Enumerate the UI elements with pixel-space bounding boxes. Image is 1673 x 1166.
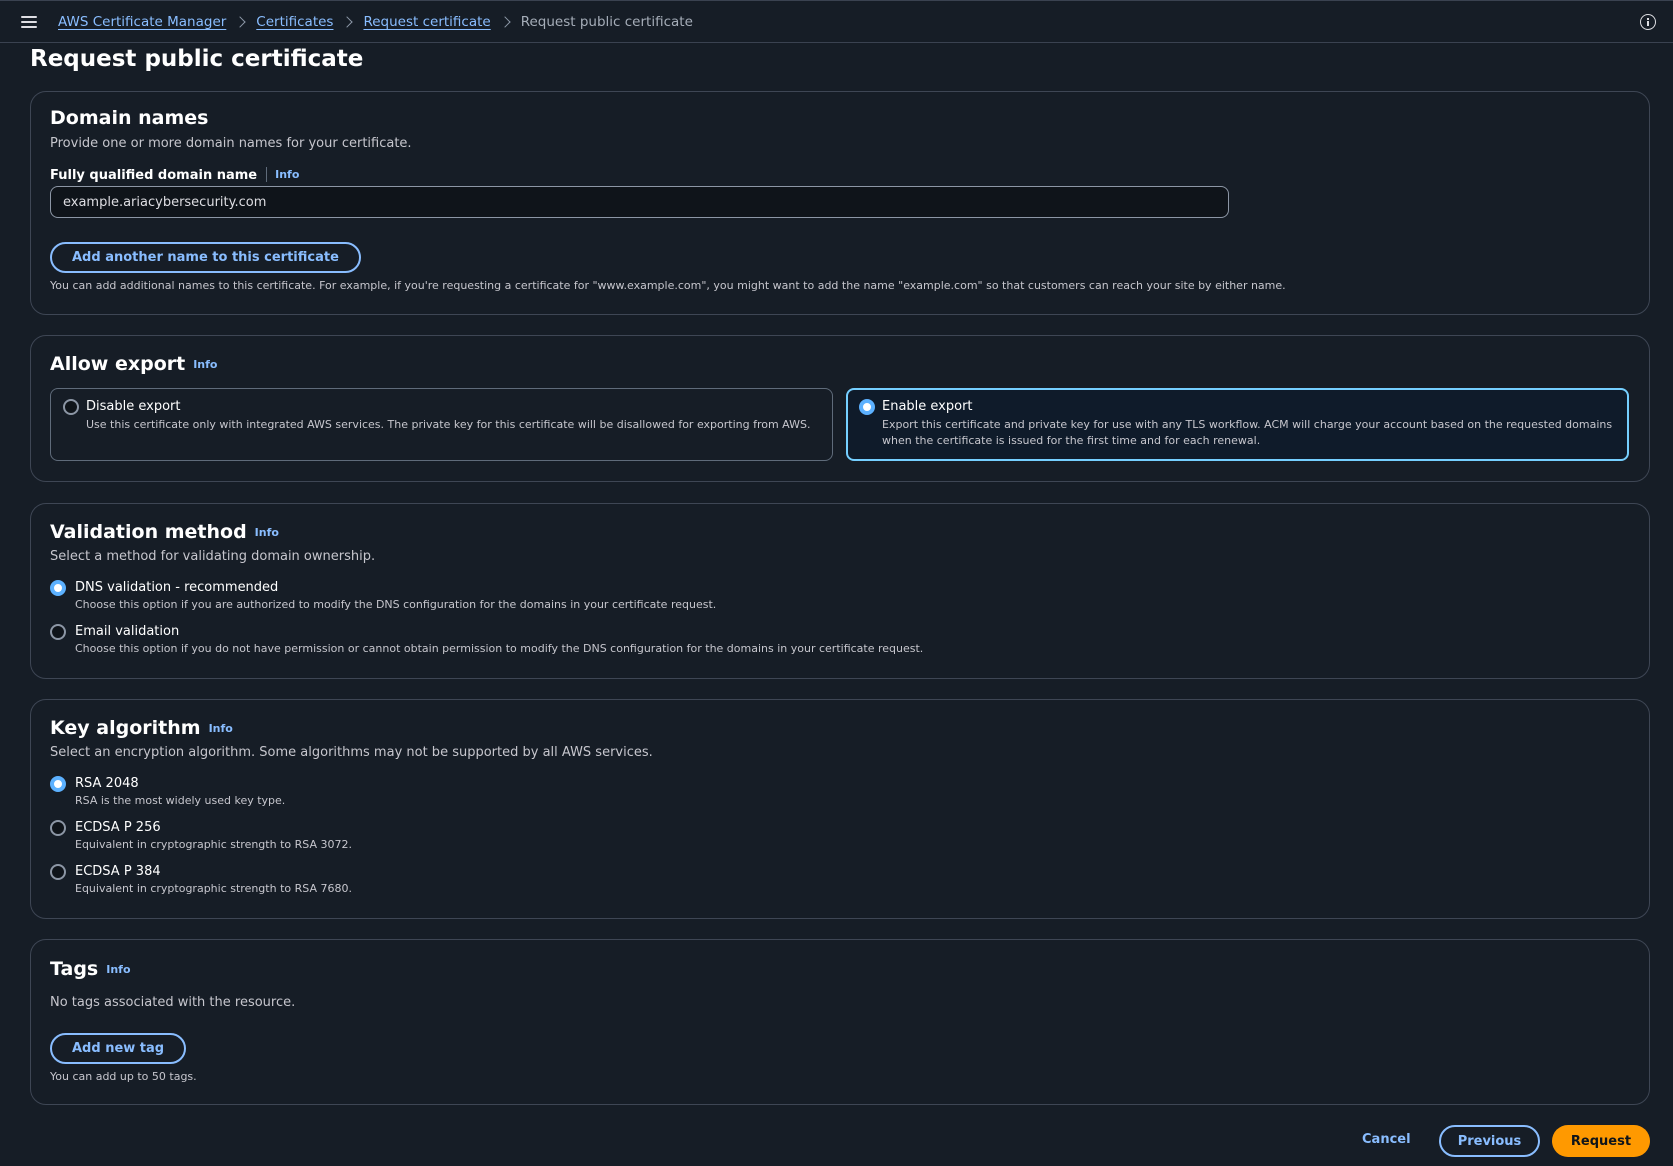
tags-empty-text: No tags associated with the resource. [50,995,296,1010]
email-validation-description: Choose this option if you do not have pe… [75,642,924,655]
chevron-right-icon [226,14,256,30]
fqdn-input[interactable] [50,186,1229,218]
tags-title: Tags [50,958,99,980]
disable-export-radio[interactable] [63,399,79,415]
breadcrumb-certificates-link[interactable]: Certificates [256,14,333,30]
info-panel-icon[interactable] [1640,14,1656,30]
key-algorithm-heading: Key algorithm Info [50,717,233,739]
validation-info-link[interactable]: Info [255,526,279,539]
enable-export-label: Enable export [882,399,973,414]
enable-export-tile[interactable]: Enable export Export this certificate an… [846,388,1629,461]
request-button[interactable]: Request [1552,1125,1650,1157]
key-algorithm-info-link[interactable]: Info [209,722,233,735]
cancel-button[interactable]: Cancel [1362,1132,1411,1147]
domain-names-heading: Domain names [50,107,209,129]
domain-names-description: Provide one or more domain names for you… [50,136,412,151]
fqdn-label: Fully qualified domain name Info [50,167,299,183]
ecdsa-p384-label[interactable]: ECDSA P 384 [75,864,161,879]
breadcrumb-acm-link[interactable]: AWS Certificate Manager [58,14,226,30]
breadcrumb: AWS Certificate Manager Certificates Req… [58,14,693,30]
email-validation-radio[interactable] [50,624,66,640]
dns-validation-label[interactable]: DNS validation - recommended [75,580,278,595]
allow-export-heading: Allow export Info [50,353,217,375]
fqdn-info-link[interactable]: Info [275,168,299,181]
add-another-name-button[interactable]: Add another name to this certificate [50,242,361,273]
dns-validation-description: Choose this option if you are authorized… [75,598,717,611]
tags-heading: Tags Info [50,958,131,980]
enable-export-radio[interactable] [859,399,875,415]
validation-method-panel: Validation method Info Select a method fo… [30,503,1650,679]
allow-export-title: Allow export [50,353,186,375]
validation-description: Select a method for validating domain ow… [50,549,376,564]
allow-export-info-link[interactable]: Info [193,358,217,371]
ecdsa-p384-description: Equivalent in cryptographic strength to … [75,882,352,895]
enable-export-description: Export this certificate and private key … [882,418,1613,447]
validation-title: Validation method [50,521,247,543]
key-algorithm-title: Key algorithm [50,717,201,739]
key-algorithm-panel: Key algorithm Info Select an encryption a… [30,699,1650,919]
menu-icon[interactable] [21,15,39,29]
add-new-tag-button[interactable]: Add new tag [50,1033,187,1064]
ecdsa-p384-radio[interactable] [50,864,66,880]
disable-export-description: Use this certificate only with integrate… [86,418,811,431]
rsa-2048-label[interactable]: RSA 2048 [75,776,139,791]
rsa-2048-radio[interactable] [50,776,66,792]
ecdsa-p256-label[interactable]: ECDSA P 256 [75,820,161,835]
disable-export-label: Disable export [86,399,181,414]
tags-panel: Tags Info No tags associated with the res… [30,939,1650,1105]
fqdn-label-text: Fully qualified domain name [50,168,258,183]
disable-export-tile[interactable]: Disable export Use this certificate only… [50,388,833,461]
chevron-right-icon [491,14,521,30]
dns-validation-radio[interactable] [50,580,66,596]
domain-names-panel: Domain names Provide one or more domain … [30,91,1650,315]
rsa-2048-description: RSA is the most widely used key type. [75,794,286,807]
allow-export-panel: Allow export Info Disable export Use this… [30,335,1650,482]
chevron-right-icon [333,14,363,30]
key-algorithm-description: Select an encryption algorithm. Some alg… [50,745,653,760]
ecdsa-p256-description: Equivalent in cryptographic strength to … [75,838,352,851]
breadcrumb-current: Request public certificate [520,14,693,30]
email-validation-label[interactable]: Email validation [75,624,179,639]
validation-heading: Validation method Info [50,521,279,543]
domain-names-help: You can add additional names to this cer… [50,279,1286,292]
ecdsa-p256-radio[interactable] [50,820,66,836]
previous-button[interactable]: Previous [1439,1125,1540,1157]
tags-help: You can add up to 50 tags. [50,1070,197,1083]
breadcrumb-request-certificate-link[interactable]: Request certificate [363,14,490,30]
tags-info-link[interactable]: Info [106,963,130,976]
top-navigation-bar: AWS Certificate Manager Certificates Req… [0,0,1673,43]
page-title: Request public certificate [30,46,364,72]
